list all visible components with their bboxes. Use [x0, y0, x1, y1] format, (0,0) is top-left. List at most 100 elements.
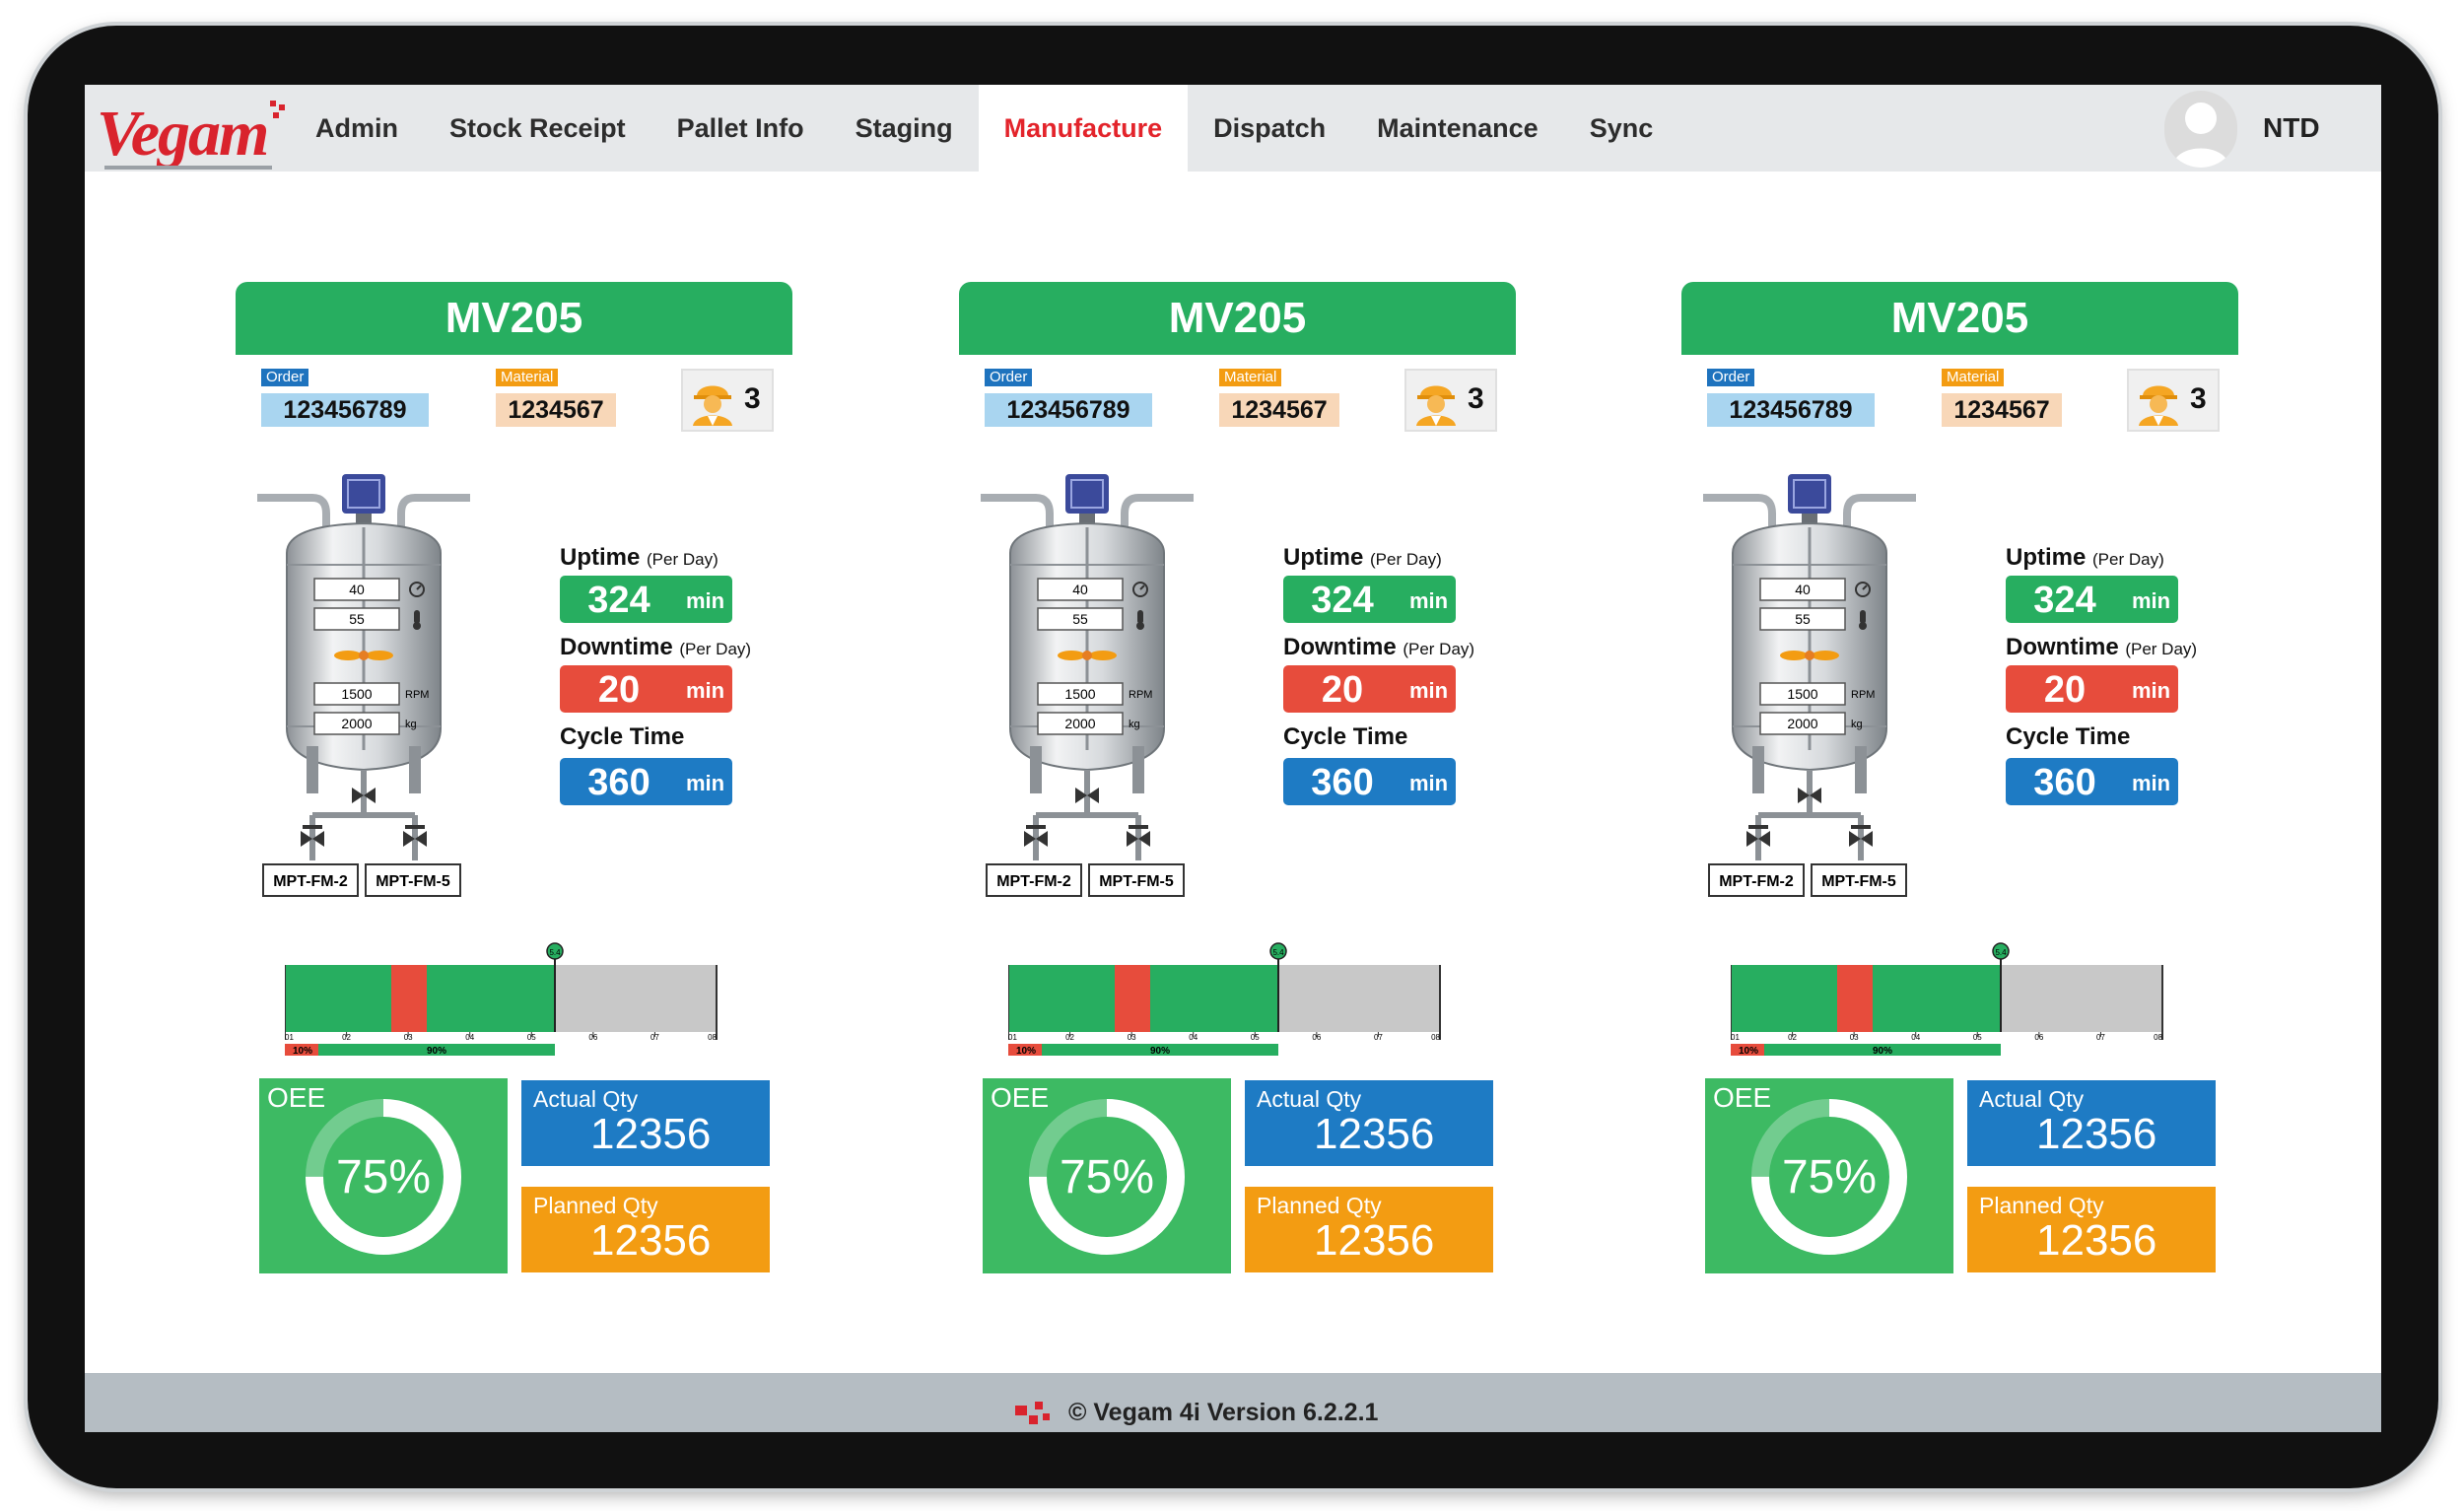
planned-qty-card[interactable]: Planned Qty 12356: [1245, 1187, 1493, 1272]
uptime-value: 324: [587, 580, 650, 621]
uptime-value: 324: [2033, 580, 2096, 621]
reading-2: 55: [1072, 611, 1088, 627]
uptime-value-box: 324 min: [1283, 576, 1456, 623]
thermometer-icon: [1860, 610, 1866, 624]
timeline-tick-label: 04: [1189, 1033, 1198, 1042]
operator-count-box[interactable]: 3: [2127, 369, 2220, 432]
cycle-time-label: Cycle Time: [1283, 723, 1408, 750]
uptime-pct: 90%: [1150, 1046, 1170, 1056]
reading-1: 40: [349, 582, 365, 597]
agitator-blade-right: [1812, 651, 1839, 660]
cycle-time-unit: min: [2132, 771, 2171, 795]
nav-staging[interactable]: Staging: [830, 85, 979, 172]
speed-unit: RPM: [1129, 689, 1152, 701]
uptime-per-day: (Per Day): [2092, 550, 2164, 569]
timeline-tick-label: 01: [1008, 1033, 1017, 1042]
outlet-label-1: MPT-FM-2: [996, 873, 1071, 890]
actual-qty-label: Actual Qty: [533, 1086, 639, 1112]
downtime-per-day: (Per Day): [1403, 640, 1475, 658]
planned-qty-value: 12356: [1314, 1216, 1435, 1265]
tank-leg-left: [1752, 746, 1764, 793]
vegam-logo[interactable]: Vegam: [97, 95, 285, 170]
uptime-unit: min: [2132, 588, 2171, 613]
user-silhouette-icon: [2172, 103, 2229, 168]
material-number: 1234567: [496, 393, 616, 427]
tank-leg-right: [1132, 746, 1144, 793]
tank-leg-left: [1030, 746, 1042, 793]
downtime-pct: 10%: [293, 1046, 312, 1056]
mixer-tank-diagram: 40 55 1500 RPM 2000 kg MPT-FM-2 MPT-FM-5: [1703, 474, 1916, 897]
actual-qty-value: 12356: [2036, 1110, 2157, 1158]
timeline-tick-label: 07: [2096, 1033, 2105, 1042]
machine-title: MV205: [1681, 282, 2238, 355]
nav-maintenance[interactable]: Maintenance: [1351, 85, 1564, 172]
downtime-unit: min: [686, 678, 725, 703]
nav-dispatch[interactable]: Dispatch: [1188, 85, 1351, 172]
timeline-tick-label: 07: [1374, 1033, 1383, 1042]
tank-leg-right: [1855, 746, 1867, 793]
machine-panel-2: MV205 Order 123456789 Material 1234567 3: [959, 282, 1516, 1273]
logo-dots-icon: [270, 101, 285, 118]
agitator-blade-left: [1058, 651, 1085, 660]
planned-qty-label: Planned Qty: [533, 1193, 658, 1218]
vegam-mark-icon: [1015, 1401, 1050, 1424]
user-avatar[interactable]: [2164, 91, 2237, 168]
version-text: © Vegam 4i Version 6.2.2.1: [1068, 1399, 1379, 1426]
oee-value: 75%: [335, 1150, 432, 1203]
nav-sync[interactable]: Sync: [1564, 85, 1679, 172]
downtime-value: 20: [2043, 669, 2087, 711]
actual-qty-card[interactable]: Actual Qty 12356: [521, 1080, 770, 1166]
outlet-label-2: MPT-FM-5: [376, 873, 450, 890]
timeline-tick-label: 08: [708, 1033, 717, 1042]
outlet-label-2: MPT-FM-5: [1821, 873, 1896, 890]
downtime-label-text: Downtime: [1283, 634, 1397, 660]
operator-count-box[interactable]: 3: [1404, 369, 1497, 432]
machine-title: MV205: [236, 282, 792, 355]
uptime-label-text: Uptime: [2006, 544, 2087, 571]
reading-1: 40: [1795, 582, 1811, 597]
oee-card[interactable]: OEE 75%: [1705, 1078, 1953, 1273]
shift-timeline: 5.4 01 02 03 04 05 06 07 08 10% 90%: [285, 942, 718, 1056]
nav-stock-receipt[interactable]: Stock Receipt: [424, 85, 651, 172]
top-nav-bar: Vegam Admin Stock Receipt Pallet Info St…: [85, 85, 2381, 172]
downtime-value: 20: [597, 669, 641, 711]
logo-underline: [104, 166, 272, 170]
timeline-tick-label: 05: [1251, 1033, 1260, 1042]
actual-qty-label: Actual Qty: [1257, 1086, 1362, 1112]
material-number: 1234567: [1219, 393, 1339, 427]
nav-admin[interactable]: Admin: [290, 85, 424, 172]
timeline-ticks: 01 02 03 04 05 06 07 08: [1008, 1032, 1441, 1042]
operator-count: 3: [744, 382, 761, 415]
machine-panel-3: MV205 Order 123456789 Material 1234567 3: [1681, 282, 2238, 1273]
actual-qty-card[interactable]: Actual Qty 12356: [1245, 1080, 1493, 1166]
nav-manufacture[interactable]: Manufacture: [978, 85, 1189, 172]
operator-count: 3: [2190, 382, 2207, 415]
agitator-blade-left: [1780, 651, 1808, 660]
nav-pallet-info[interactable]: Pallet Info: [651, 85, 830, 172]
planned-qty-card[interactable]: Planned Qty 12356: [521, 1187, 770, 1272]
timeline-downtime-segment: [1115, 965, 1150, 1032]
downtime-label-text: Downtime: [560, 634, 673, 660]
operator-count: 3: [1468, 382, 1484, 415]
order-number: 123456789: [261, 393, 429, 427]
order-number: 123456789: [985, 393, 1152, 427]
timeline-ticks: 01 02 03 04 05 06 07 08: [285, 1032, 718, 1042]
main-nav: Admin Stock Receipt Pallet Info Staging …: [290, 85, 1678, 172]
planned-qty-label: Planned Qty: [1257, 1193, 1382, 1218]
tank-leg-right: [409, 746, 421, 793]
planned-qty-card[interactable]: Planned Qty 12356: [1967, 1187, 2216, 1272]
oee-card[interactable]: OEE 75%: [259, 1078, 508, 1273]
weight-unit: kg: [1851, 719, 1863, 730]
machine-panel-1: MV205 Order 123456789 Material 1234567 3: [236, 282, 792, 1273]
shift-timeline: 5.4 01 02 03 04 05 06 07 08 10% 90%: [1731, 942, 2163, 1056]
timeline-tick-label: 01: [285, 1033, 294, 1042]
downtime-label-text: Downtime: [2006, 634, 2119, 660]
actual-qty-value: 12356: [1314, 1110, 1435, 1158]
actual-qty-card[interactable]: Actual Qty 12356: [1967, 1080, 2216, 1166]
operator-count-box[interactable]: 3: [681, 369, 774, 432]
timeline-tick-label: 03: [1128, 1033, 1136, 1042]
user-name[interactable]: NTD: [2263, 112, 2320, 144]
oee-card[interactable]: OEE 75%: [983, 1078, 1231, 1273]
downtime-per-day: (Per Day): [2125, 640, 2198, 658]
cycle-time-value: 360: [1311, 762, 1374, 803]
